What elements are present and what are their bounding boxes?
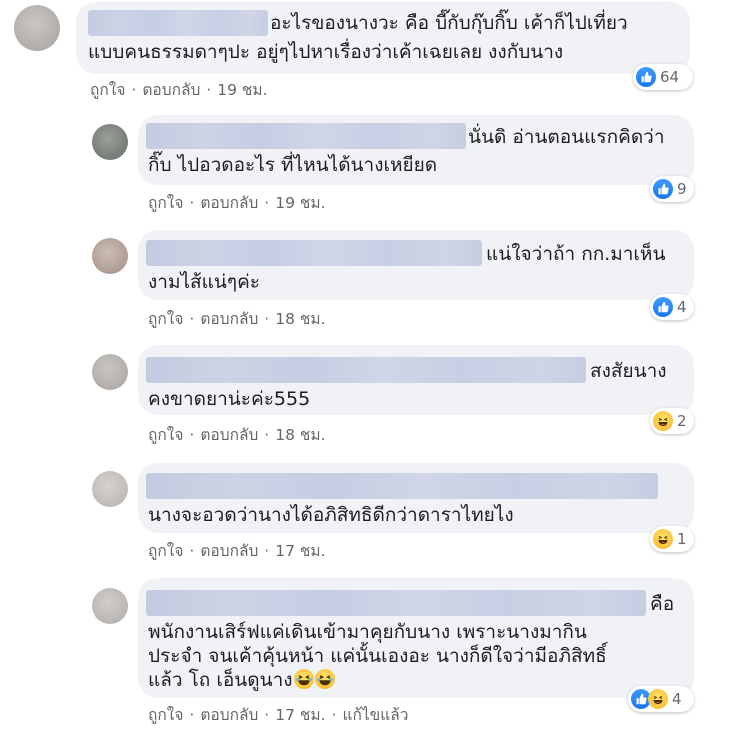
laughing-crying-emoji-icon: [314, 669, 335, 689]
like-link[interactable]: ถูกใจ: [148, 706, 183, 724]
separator-dot: ·: [331, 706, 337, 724]
reply-link[interactable]: ตอบกลับ: [142, 81, 200, 99]
edited-label[interactable]: แก้ไขแล้ว: [343, 706, 409, 724]
comment-text-line: แน่ใจว่าถ้า กก.มาเห็น: [486, 243, 666, 265]
reply-link[interactable]: ตอบกลับ: [200, 194, 258, 212]
comment-text-line-with-emoji: แล้ว โถ เอ็นดูนาง: [148, 666, 335, 694]
separator-dot: ·: [189, 194, 195, 212]
separator-dot: ·: [264, 542, 270, 560]
comment-text-line: อะไรของนางวะ คือ บี๊กับกุ๊บกิ๊บ เค้าก็ไป…: [270, 12, 628, 34]
avatar[interactable]: [92, 588, 128, 624]
comment-actions: ถูกใจ · ตอบกลับ · 19 ชม.: [148, 192, 326, 214]
reaction-count: 4: [677, 298, 687, 316]
blurred-author-name[interactable]: [146, 123, 466, 149]
comment-actions: ถูกใจ · ตอบกลับ · 18 ชม.: [148, 308, 326, 330]
reaction-badge[interactable]: 2: [650, 408, 694, 434]
comment-actions: ถูกใจ · ตอบกลับ · 18 ชม.: [148, 424, 326, 446]
reply-link[interactable]: ตอบกลับ: [200, 542, 258, 560]
avatar[interactable]: [92, 124, 128, 160]
reaction-badge[interactable]: 1: [650, 526, 694, 552]
comment-bubble: นางจะอวดว่านางได้อภิสิทธิดีกว่าดาราไทยไง: [138, 463, 694, 533]
reply-link[interactable]: ตอบกลับ: [200, 310, 258, 328]
comment-text-line: คือ: [650, 593, 675, 615]
reaction-count: 4: [672, 690, 682, 708]
blurred-author-name[interactable]: [146, 473, 658, 499]
timestamp[interactable]: 18 ชม.: [275, 426, 325, 444]
timestamp[interactable]: 17 ชม.: [275, 542, 325, 560]
timestamp[interactable]: 18 ชม.: [275, 310, 325, 328]
separator-dot: ·: [189, 310, 195, 328]
comment-bubble: คือ พนักงานเสิร์ฟแค่เดินเข้ามาคุยกับนาง …: [138, 578, 694, 698]
comment-text-line: แบบคนธรรมดาๆปะ อยู่ๆไปหาเรื่องว่าเค้าเฉย…: [88, 41, 564, 63]
haha-icon: [653, 529, 673, 549]
like-icon: [653, 297, 673, 317]
timestamp[interactable]: 19 ชม.: [275, 194, 325, 212]
comment-text: แล้ว โถ เอ็นดูนาง: [148, 669, 293, 691]
reply-link[interactable]: ตอบกลับ: [200, 426, 258, 444]
comment-bubble: อะไรของนางวะ คือ บี๊กับกุ๊บกิ๊บ เค้าก็ไป…: [76, 2, 690, 74]
comment-text-line: งามไส้แน่ๆค่ะ: [148, 271, 260, 293]
reaction-count: 2: [677, 412, 687, 430]
reaction-count: 64: [660, 68, 680, 86]
timestamp[interactable]: 19 ชม.: [217, 81, 267, 99]
like-link[interactable]: ถูกใจ: [148, 194, 183, 212]
reaction-count: 9: [677, 180, 687, 198]
avatar[interactable]: [92, 238, 128, 274]
reaction-badge[interactable]: 4: [628, 686, 694, 712]
avatar[interactable]: [92, 354, 128, 390]
comment-actions: ถูกใจ · ตอบกลับ · 17 ชม.: [148, 540, 326, 562]
separator-dot: ·: [264, 706, 270, 724]
separator-dot: ·: [206, 81, 212, 99]
comment-actions: ถูกใจ · ตอบกลับ · 19 ชม.: [90, 79, 268, 101]
reaction-count: 1: [677, 530, 687, 548]
comment-text-line: สงสัยนาง: [590, 360, 667, 382]
like-icon: [636, 67, 656, 87]
comment-bubble: แน่ใจว่าถ้า กก.มาเห็น งามไส้แน่ๆค่ะ: [138, 230, 694, 300]
comment-text-line: นางจะอวดว่านางได้อภิสิทธิดีกว่าดาราไทยไง: [148, 504, 514, 526]
separator-dot: ·: [189, 542, 195, 560]
comment-text-line: กิ๊บ ไปอวดอะไร ที่ไหนได้นางเหยียด: [148, 154, 438, 176]
haha-icon: [648, 689, 668, 709]
like-link[interactable]: ถูกใจ: [148, 310, 183, 328]
reaction-badge[interactable]: 4: [650, 294, 694, 320]
timestamp[interactable]: 17 ชม.: [275, 706, 325, 724]
like-link[interactable]: ถูกใจ: [90, 81, 125, 99]
separator-dot: ·: [264, 426, 270, 444]
separator-dot: ·: [264, 310, 270, 328]
haha-icon: [653, 411, 673, 431]
blurred-author-name[interactable]: [146, 357, 586, 383]
reply-link[interactable]: ตอบกลับ: [200, 706, 258, 724]
comment-bubble: สงสัยนาง คงขาดยาน่ะค่ะ555: [138, 345, 694, 415]
laughing-crying-emoji-icon: [293, 669, 314, 689]
like-link[interactable]: ถูกใจ: [148, 426, 183, 444]
blurred-author-name[interactable]: [88, 10, 268, 36]
like-link[interactable]: ถูกใจ: [148, 542, 183, 560]
avatar[interactable]: [92, 471, 128, 507]
comment-text-line: นั่นดิ อ่านตอนแรกคิดว่า: [468, 126, 665, 148]
separator-dot: ·: [131, 81, 137, 99]
separator-dot: ·: [189, 706, 195, 724]
like-icon: [653, 179, 673, 199]
blurred-author-name[interactable]: [146, 590, 646, 616]
comment-actions: ถูกใจ · ตอบกลับ · 17 ชม. · แก้ไขแล้ว: [148, 704, 408, 726]
separator-dot: ·: [264, 194, 270, 212]
blurred-author-name[interactable]: [146, 240, 482, 266]
reaction-badge[interactable]: 64: [633, 64, 693, 90]
comment-bubble: นั่นดิ อ่านตอนแรกคิดว่า กิ๊บ ไปอวดอะไร ท…: [138, 115, 694, 185]
separator-dot: ·: [189, 426, 195, 444]
comment-text-line: คงขาดยาน่ะค่ะ555: [148, 388, 311, 410]
reaction-badge[interactable]: 9: [650, 176, 694, 202]
avatar[interactable]: [14, 5, 60, 51]
